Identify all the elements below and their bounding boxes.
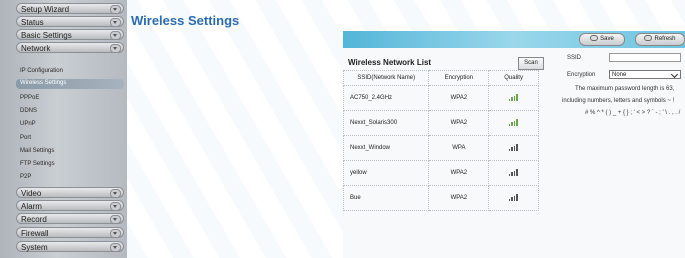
chevron-down-icon bbox=[110, 44, 121, 53]
menu-label: Network bbox=[21, 44, 51, 53]
password-note-line3: # % ^ * ( ) _ + { } ; ' < > ? ` - ; ' \ … bbox=[585, 110, 681, 116]
save-button[interactable]: Save bbox=[579, 33, 625, 46]
menu-label: Firewall bbox=[21, 229, 49, 238]
chevron-down-icon bbox=[110, 189, 121, 198]
network-encryption: WPA2 bbox=[428, 185, 490, 211]
refresh-button[interactable]: Refresh bbox=[635, 33, 685, 46]
chevron-down-icon bbox=[110, 18, 121, 27]
column-header-quality: Quality bbox=[488, 70, 539, 86]
menu-alarm[interactable]: Alarm bbox=[16, 200, 124, 211]
table-row[interactable]: Nexxt_Solaris300 WPA2 bbox=[342, 110, 539, 136]
signal-strong-icon bbox=[508, 93, 519, 101]
sidebar-item-wireless-settings[interactable]: Wireless Settings bbox=[16, 79, 124, 89]
ssid-input[interactable] bbox=[609, 53, 681, 62]
encryption-select[interactable]: None bbox=[609, 70, 681, 79]
refresh-button-label: Refresh bbox=[654, 36, 676, 42]
chevron-down-icon bbox=[110, 243, 121, 252]
chevron-down-icon bbox=[110, 202, 121, 211]
menu-firewall[interactable]: Firewall bbox=[16, 227, 124, 238]
sidebar-item-pppoe[interactable]: PPPoE bbox=[20, 94, 39, 103]
scan-button[interactable]: Scan bbox=[518, 57, 544, 70]
encryption-label: Encryption bbox=[567, 72, 596, 78]
signal-cell bbox=[488, 85, 539, 111]
network-encryption: WPA2 bbox=[428, 85, 490, 111]
password-note-line2: including numbers, letters and symbols ~… bbox=[562, 98, 675, 104]
sidebar-item-ip-configuration[interactable]: IP Configuration bbox=[20, 67, 63, 76]
network-ssid[interactable]: AC750_2.4GHz bbox=[342, 85, 430, 111]
table-row[interactable]: yellow WPA2 bbox=[342, 160, 539, 186]
sidebar-item-port[interactable]: Port bbox=[20, 134, 31, 143]
menu-label: Status bbox=[21, 18, 44, 27]
network-encryption: WPA2 bbox=[428, 160, 490, 186]
wireless-list-title: Wireless Network List bbox=[348, 58, 432, 67]
sidebar-item-ddns[interactable]: DDNS bbox=[20, 107, 37, 116]
signal-strong-icon bbox=[508, 118, 519, 126]
network-ssid[interactable]: Bue bbox=[342, 185, 430, 211]
network-ssid[interactable]: yellow bbox=[342, 160, 430, 186]
table-row[interactable]: Bue WPA2 bbox=[342, 185, 539, 211]
column-header-encryption: Encryption bbox=[428, 70, 490, 86]
chevron-down-icon bbox=[110, 229, 121, 238]
menu-label: Basic Settings bbox=[21, 31, 72, 40]
save-button-label: Save bbox=[600, 36, 614, 42]
menu-status[interactable]: Status bbox=[16, 16, 124, 27]
table-row[interactable]: AC750_2.4GHz WPA2 bbox=[342, 85, 539, 111]
menu-record[interactable]: Record bbox=[16, 213, 124, 224]
chevron-down-icon bbox=[110, 31, 121, 40]
save-icon bbox=[590, 35, 599, 42]
network-ssid[interactable]: Nexxt_Solaris300 bbox=[342, 110, 430, 136]
signal-cell bbox=[488, 110, 539, 136]
sidebar-item-mail-settings[interactable]: Mail Settings bbox=[20, 147, 54, 156]
ssid-label: SSID bbox=[567, 55, 582, 61]
signal-cell bbox=[488, 185, 539, 211]
menu-system[interactable]: System bbox=[16, 241, 124, 252]
table-row[interactable]: Nexxt_Window WPA bbox=[342, 135, 539, 161]
menu-basic-settings[interactable]: Basic Settings bbox=[16, 29, 124, 40]
sidebar-item-p2p[interactable]: P2P bbox=[20, 173, 31, 182]
signal-cell bbox=[488, 160, 539, 186]
column-header-ssid: SSID(Network Name) bbox=[342, 70, 430, 86]
menu-label: System bbox=[21, 243, 48, 252]
panel-toolbar: Save Refresh bbox=[343, 31, 685, 48]
encryption-value: None bbox=[612, 72, 627, 78]
chevron-down-icon bbox=[670, 70, 679, 79]
wireless-form: SSID Encryption None The maximum passwor… bbox=[562, 52, 685, 122]
sidebar-item-ftp-settings[interactable]: FTP Settings bbox=[20, 160, 55, 169]
wireless-network-table: SSID(Network Name) Encryption Quality AC… bbox=[342, 70, 539, 211]
network-encryption: WPA bbox=[428, 135, 490, 161]
menu-label: Alarm bbox=[21, 202, 42, 211]
password-note-line1: The maximum password length is 63, bbox=[575, 86, 675, 92]
menu-setup-wizard[interactable]: Setup Wizard bbox=[16, 3, 124, 14]
chevron-down-icon bbox=[110, 215, 121, 224]
chevron-down-icon bbox=[110, 5, 121, 14]
menu-label: Record bbox=[21, 215, 47, 224]
signal-medium-icon bbox=[508, 168, 519, 176]
sidebar-item-upnp[interactable]: UPnP bbox=[20, 120, 36, 129]
signal-cell bbox=[488, 135, 539, 161]
network-ssid[interactable]: Nexxt_Window bbox=[342, 135, 430, 161]
page-title: Wireless Settings bbox=[131, 13, 240, 28]
refresh-icon bbox=[644, 35, 653, 42]
menu-network[interactable]: Network bbox=[16, 42, 124, 53]
signal-medium-icon bbox=[508, 193, 519, 201]
wireless-panel: Save Refresh Wireless Network List Scan … bbox=[342, 31, 685, 258]
network-encryption: WPA2 bbox=[428, 110, 490, 136]
menu-label: Setup Wizard bbox=[21, 5, 70, 14]
menu-label: Video bbox=[21, 189, 42, 198]
menu-video[interactable]: Video bbox=[16, 187, 124, 198]
sidebar: Setup Wizard Status Basic Settings Netwo… bbox=[0, 0, 127, 258]
sidebar-item-label: Wireless Settings bbox=[20, 80, 67, 86]
wireless-list-header: Wireless Network List Scan bbox=[343, 52, 548, 72]
signal-medium-icon bbox=[508, 143, 519, 151]
